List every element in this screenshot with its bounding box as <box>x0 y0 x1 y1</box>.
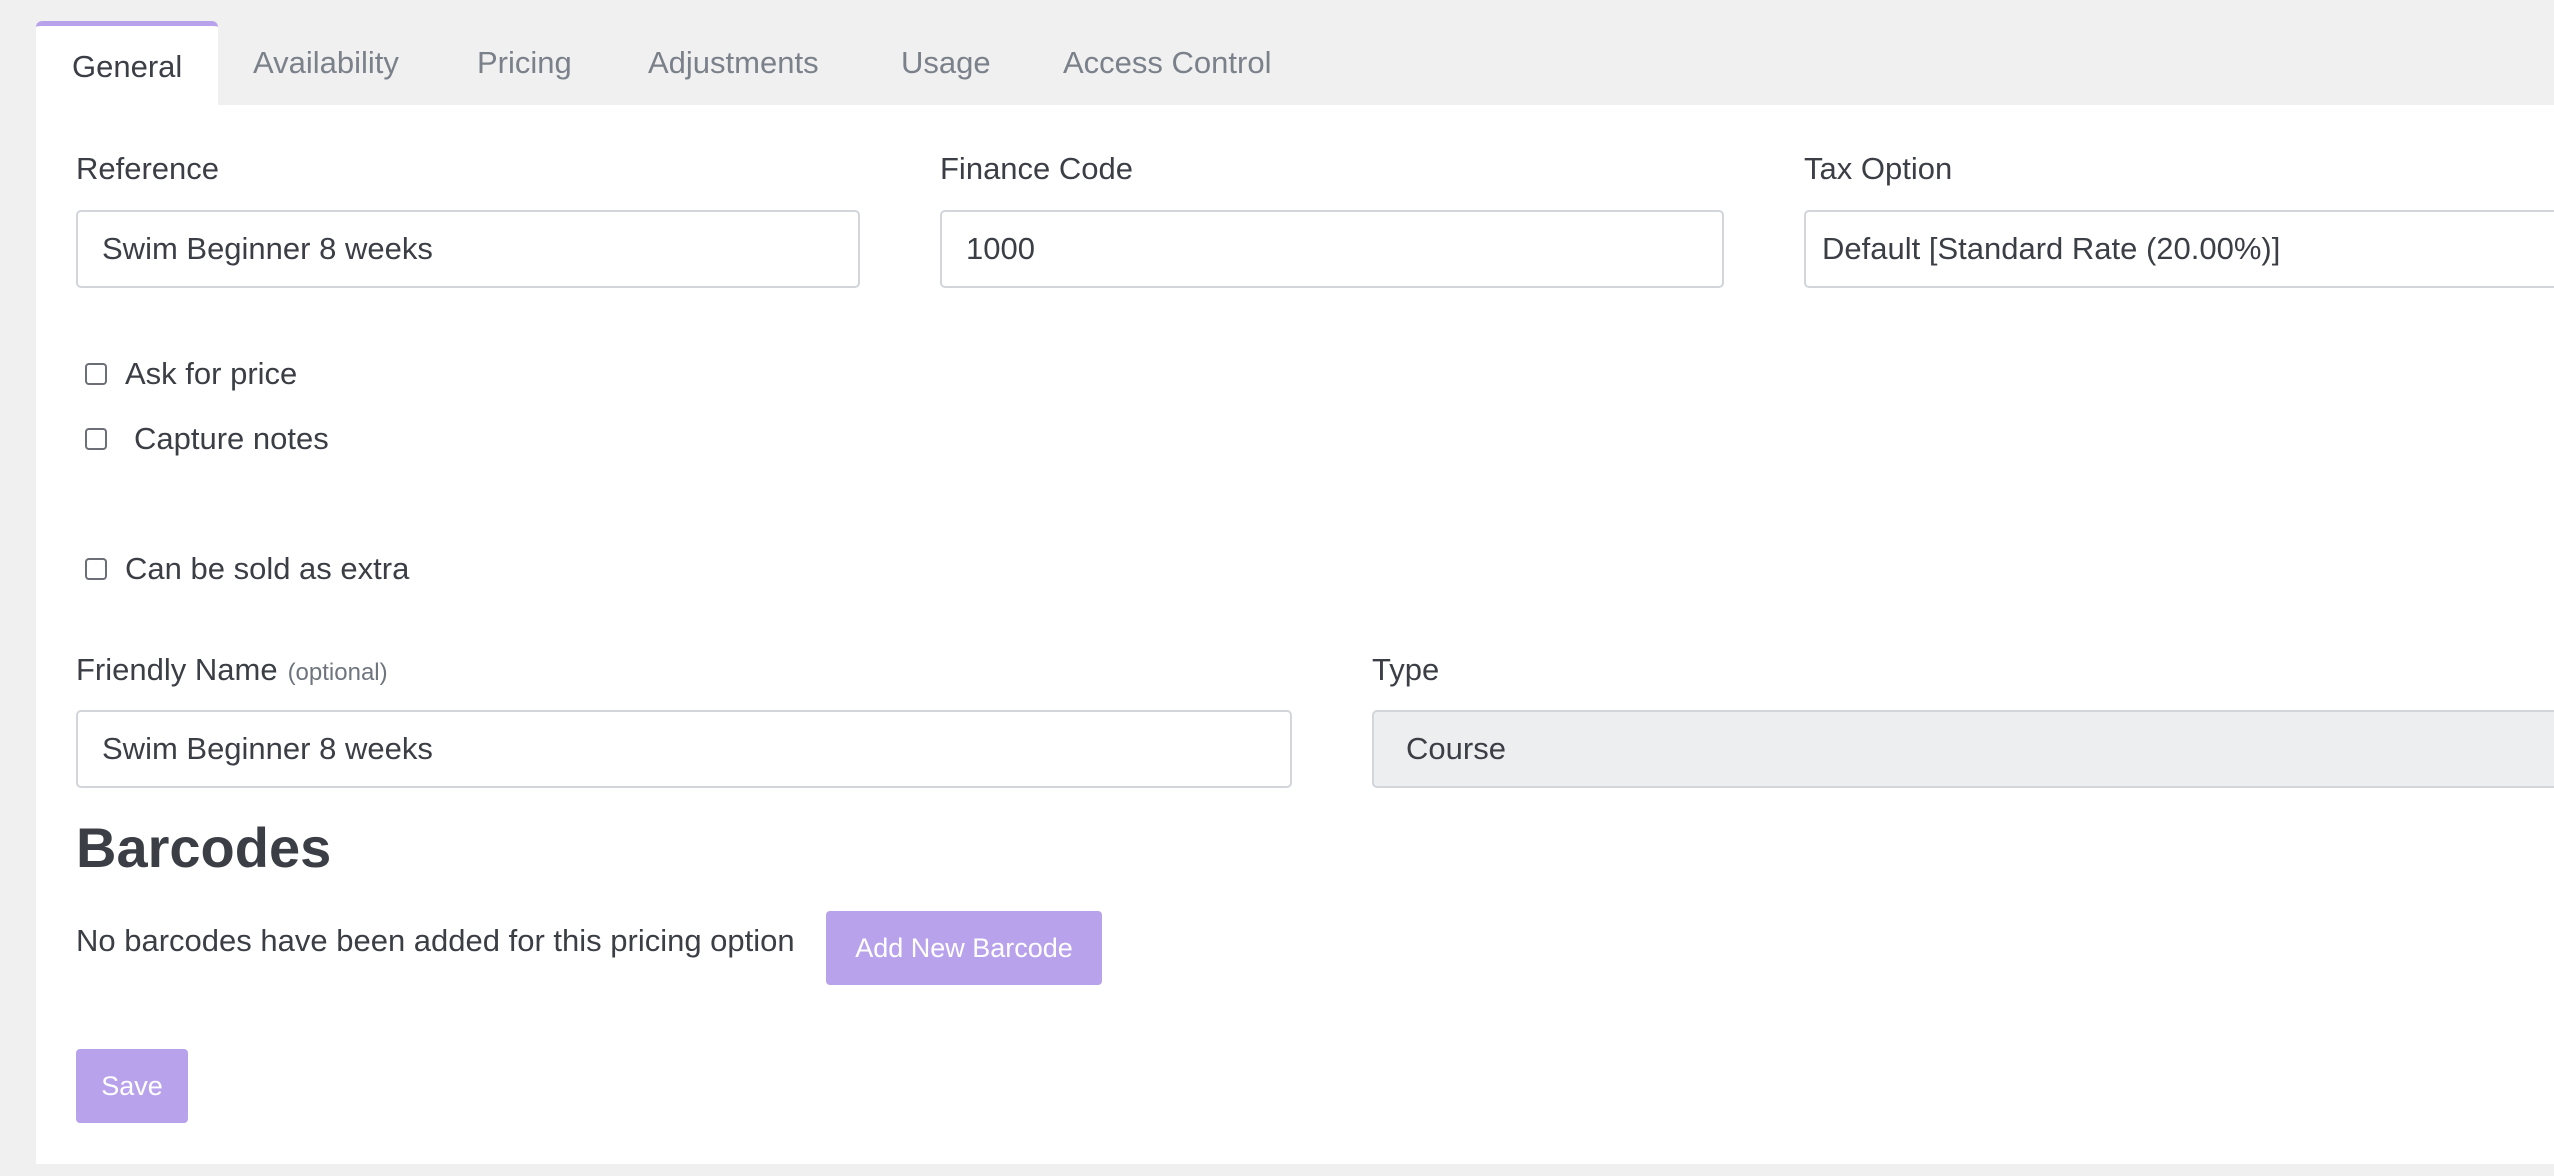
barcodes-empty-text: No barcodes have been added for this pri… <box>76 923 795 958</box>
type-field: Course <box>1372 710 2554 788</box>
tab-usage[interactable]: Usage <box>901 21 991 105</box>
tax-option-value: Default [Standard Rate (20.00%)] <box>1822 231 2281 266</box>
capture-notes-label: Capture notes <box>134 421 329 456</box>
sold-as-extra-checkbox[interactable] <box>85 558 107 580</box>
tab-adjustments[interactable]: Adjustments <box>648 21 819 105</box>
ask-for-price-label: Ask for price <box>125 356 298 391</box>
reference-label: Reference <box>76 151 220 186</box>
reference-input[interactable] <box>76 210 860 288</box>
tax-option-select[interactable]: Default [Standard Rate (20.00%)] <box>1804 210 2554 288</box>
tab-general[interactable]: General <box>36 21 218 105</box>
tax-option-label: Tax Option <box>1804 151 1953 186</box>
type-label: Type <box>1372 652 1440 687</box>
ask-for-price-checkbox[interactable] <box>85 363 107 385</box>
tab-availability[interactable]: Availability <box>253 21 399 105</box>
tab-bar: General Availability Pricing Adjustments… <box>36 21 2554 105</box>
finance-code-label: Finance Code <box>940 151 1134 186</box>
friendly-name-input[interactable] <box>76 710 1292 788</box>
general-panel: Reference Finance Code Tax Option Defaul… <box>36 105 2554 1164</box>
friendly-name-label: Friendly Name (optional) <box>76 652 388 687</box>
tab-access-control[interactable]: Access Control <box>1063 21 1271 105</box>
finance-code-input[interactable] <box>940 210 1724 288</box>
tab-pricing[interactable]: Pricing <box>477 21 572 105</box>
barcodes-heading: Barcodes <box>76 816 332 879</box>
sold-as-extra-label: Can be sold as extra <box>125 551 410 586</box>
save-button[interactable]: Save <box>76 1049 188 1123</box>
type-value: Course <box>1406 731 1506 766</box>
optional-hint: (optional) <box>287 659 388 686</box>
add-new-barcode-button[interactable]: Add New Barcode <box>826 911 1102 985</box>
capture-notes-checkbox[interactable] <box>85 428 107 450</box>
